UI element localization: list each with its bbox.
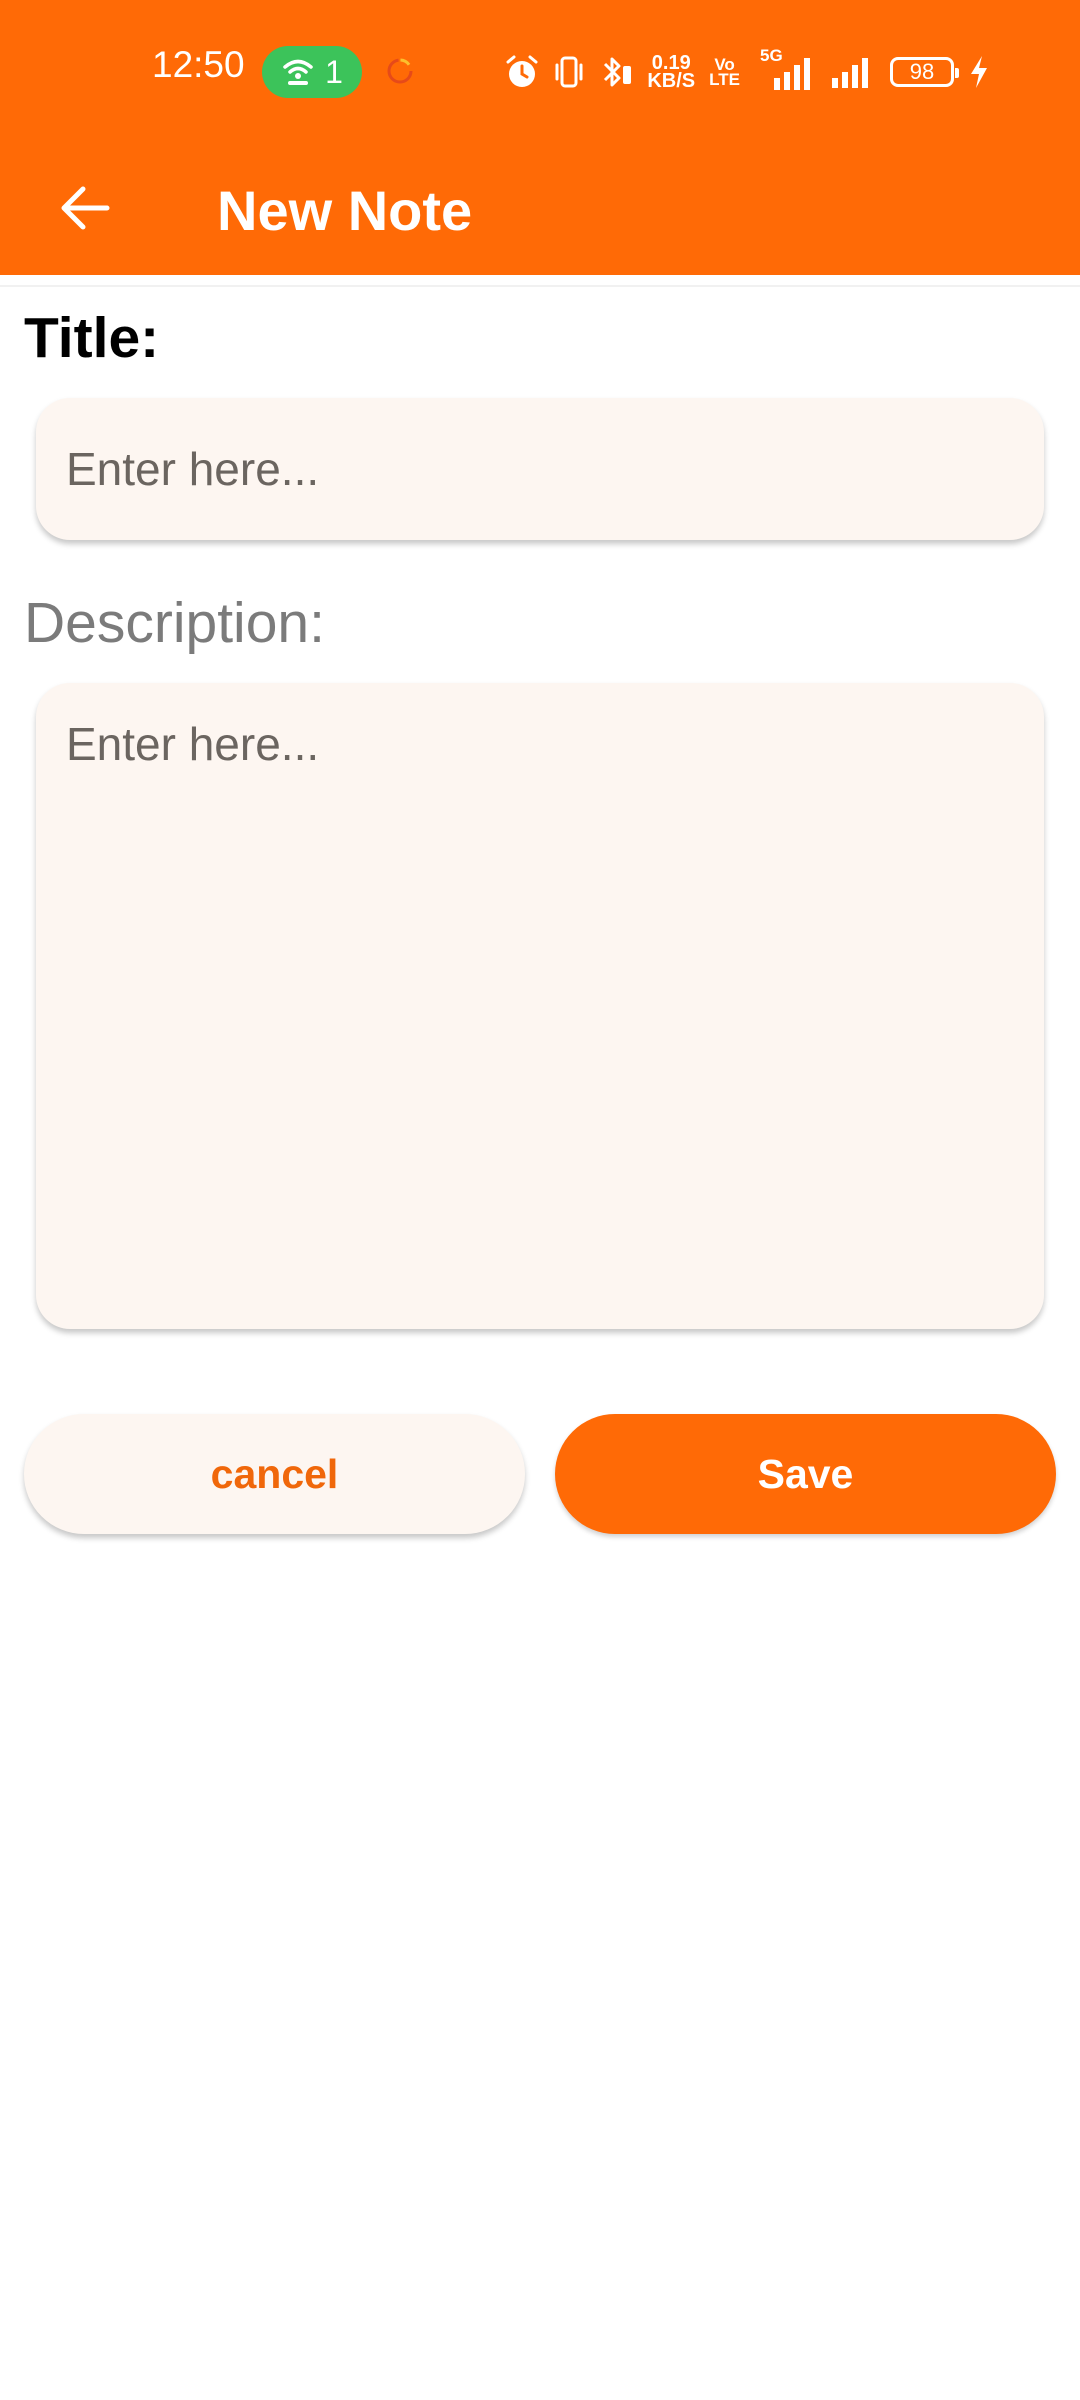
top-bar: 12:50 1 0.19 KB/S Vo LTE 5G 98 New Note: [0, 0, 1080, 275]
loading-icon: [387, 58, 413, 84]
vibrate-icon: [555, 56, 583, 88]
signal-icon: [832, 58, 868, 88]
title-label: Title:: [24, 306, 160, 370]
divider: [0, 285, 1080, 287]
status-bar: 12:50 1 0.19 KB/S Vo LTE 5G 98: [0, 0, 1080, 145]
cancel-button[interactable]: cancel: [24, 1414, 525, 1534]
title-input[interactable]: [36, 398, 1044, 540]
hotspot-count: 1: [325, 53, 343, 90]
description-label: Description:: [24, 591, 325, 655]
battery-indicator: 98: [890, 57, 959, 87]
status-icons: 0.19 KB/S Vo LTE 5G 98: [505, 46, 990, 94]
charging-icon: [971, 56, 987, 88]
app-bar: New Note: [0, 145, 1080, 275]
save-button[interactable]: Save: [555, 1414, 1056, 1534]
back-button[interactable]: [40, 163, 130, 253]
page-title: New Note: [217, 179, 473, 242]
volte-indicator: Vo LTE: [709, 55, 740, 89]
signal-5g: 5G: [754, 46, 816, 92]
alarm-icon: [506, 55, 538, 87]
arrow-left-icon: [61, 186, 110, 230]
description-input[interactable]: [36, 683, 1044, 1329]
status-time: 12:50: [152, 44, 245, 85]
hotspot-icon: [283, 59, 313, 85]
network-speed: 0.19 KB/S: [647, 52, 696, 92]
bluetooth-icon: [604, 57, 632, 87]
hotspot-badge: 1: [262, 46, 362, 98]
